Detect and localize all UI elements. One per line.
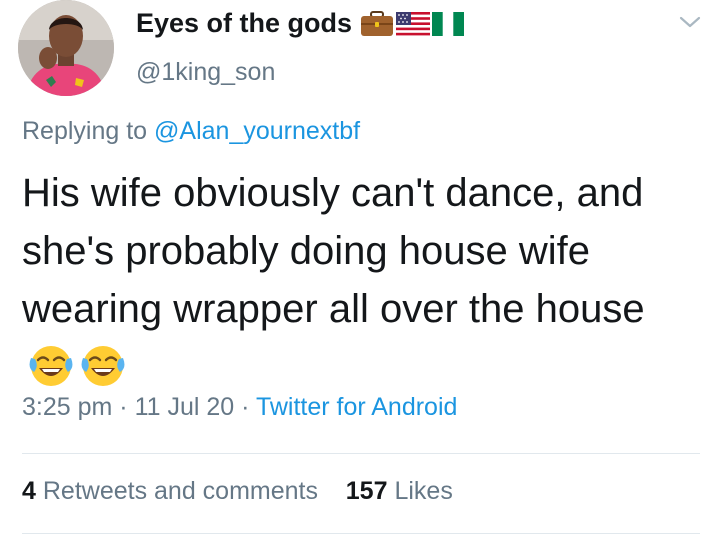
divider (22, 533, 700, 534)
chevron-down-icon[interactable] (677, 12, 703, 32)
tweet-source-link[interactable]: Twitter for Android (256, 393, 457, 421)
nigeria-flag-emoji-icon (432, 11, 465, 36)
display-name[interactable]: Eyes of the gods (136, 8, 465, 39)
tweet-time[interactable]: 3:25 pm (22, 393, 112, 421)
likes-stat[interactable]: 157 Likes (346, 477, 453, 505)
replying-to: Replying to @Alan_yournextbf (22, 117, 360, 146)
avatar[interactable] (18, 0, 114, 96)
author-handle[interactable]: @1king_son (136, 58, 275, 87)
meta-separator: · (234, 393, 256, 421)
us-flag-emoji-icon (396, 11, 431, 36)
tweet-text: His wife obviously can't dance, and she'… (22, 164, 692, 404)
name-emojis (360, 10, 465, 37)
retweets-count: 4 (22, 477, 36, 505)
display-name-text: Eyes of the gods (136, 8, 353, 38)
tweet-stats: 4 Retweets and comments 157 Likes (22, 477, 453, 506)
divider (22, 453, 700, 454)
likes-label: Likes (394, 477, 453, 505)
tweet-body: His wife obviously can't dance, and she'… (22, 171, 645, 331)
retweets-label: Retweets and comments (42, 477, 318, 505)
briefcase-emoji-icon (361, 10, 394, 36)
replying-prefix: Replying to (22, 117, 148, 145)
retweets-stat[interactable]: 4 Retweets and comments (22, 477, 318, 505)
likes-count: 157 (345, 477, 388, 505)
tweet-date[interactable]: 11 Jul 20 (135, 393, 235, 421)
meta-separator: · (112, 393, 135, 421)
tweet-meta: 3:25 pm · 11 Jul 20 · Twitter for Androi… (22, 393, 457, 422)
reply-mention-link[interactable]: @Alan_yournextbf (154, 117, 360, 145)
